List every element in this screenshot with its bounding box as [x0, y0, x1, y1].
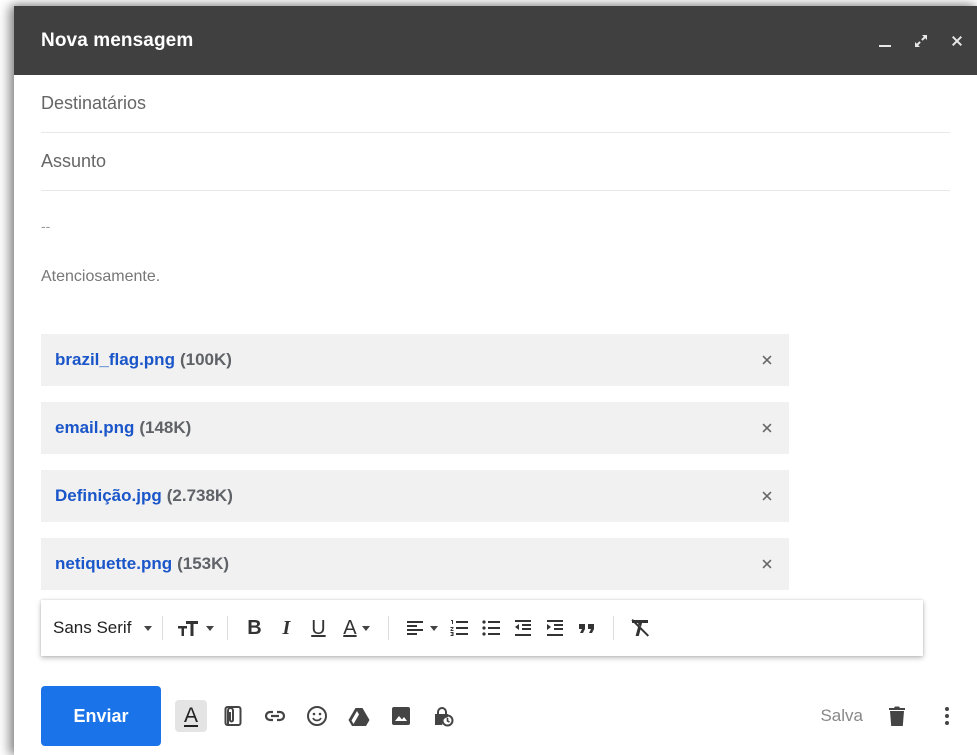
font-family-select[interactable]: Sans Serif — [53, 610, 153, 646]
align-left-icon — [406, 621, 423, 635]
text-color-button[interactable]: A — [334, 610, 378, 646]
window-actions — [875, 31, 967, 51]
lock-clock-icon — [435, 707, 454, 727]
attachment-meta: netiquette.png (153K) — [55, 554, 229, 574]
emoji-icon — [307, 706, 327, 726]
underline-button[interactable]: U — [302, 610, 334, 646]
expand-icon[interactable] — [911, 31, 931, 51]
attachment-size: (153K) — [177, 554, 230, 573]
attachment-size: (148K) — [139, 418, 192, 437]
attachment-item[interactable]: email.png (148K) — [41, 402, 789, 454]
more-vert-icon — [945, 707, 949, 725]
subject-input[interactable] — [41, 151, 950, 172]
divider — [613, 616, 615, 640]
attachment-filename[interactable]: email.png — [55, 418, 134, 437]
formatting-options-button[interactable]: A — [175, 700, 207, 732]
chevron-down-icon — [429, 625, 438, 631]
insert-emoji-button[interactable] — [301, 700, 333, 732]
chevron-down-icon — [144, 625, 153, 631]
insert-photo-button[interactable] — [385, 700, 417, 732]
trash-icon — [889, 706, 905, 726]
chevron-down-icon — [205, 625, 214, 631]
confidential-mode-button[interactable] — [427, 700, 459, 732]
link-icon — [264, 710, 286, 722]
close-icon[interactable] — [947, 31, 967, 51]
italic-button[interactable]: I — [270, 610, 302, 646]
numbered-list-button[interactable] — [443, 610, 475, 646]
signature-text: Atenciosamente. — [41, 268, 161, 285]
bulleted-list-icon — [482, 620, 501, 636]
align-button[interactable] — [399, 610, 443, 646]
send-button[interactable]: Enviar — [41, 686, 161, 746]
attachment-size: (2.738K) — [166, 486, 233, 505]
divider — [227, 616, 229, 640]
insert-link-button[interactable] — [259, 700, 291, 732]
attach-file-button[interactable] — [217, 700, 249, 732]
remove-attachment-icon[interactable] — [757, 418, 777, 438]
attachment-filename[interactable]: Definição.jpg — [55, 486, 162, 505]
text-color-icon: A — [343, 616, 357, 639]
indent-less-button[interactable] — [507, 610, 539, 646]
subject-row — [41, 133, 950, 191]
bold-button[interactable]: B — [238, 610, 270, 646]
insert-drive-button[interactable] — [343, 700, 375, 732]
signature-separator: -- — [41, 218, 51, 234]
font-size-button[interactable] — [173, 610, 217, 646]
footer-tools: A — [175, 700, 459, 732]
attachment-meta: Definição.jpg (2.738K) — [55, 486, 233, 506]
compose-window: Nova mensagem -- Atenciosamente. brazil_… — [14, 6, 977, 755]
attachment-item[interactable]: brazil_flag.png (100K) — [41, 334, 789, 386]
remove-attachment-icon[interactable] — [757, 554, 777, 574]
attachment-item[interactable]: Definição.jpg (2.738K) — [41, 470, 789, 522]
text-format-icon: A — [183, 704, 198, 727]
save-status: Salva — [820, 706, 863, 725]
remove-attachment-icon[interactable] — [757, 350, 777, 370]
more-options-button[interactable] — [931, 700, 963, 732]
remove-attachment-icon[interactable] — [757, 486, 777, 506]
divider — [388, 616, 390, 640]
chevron-down-icon — [361, 625, 370, 631]
attachment-meta: email.png (148K) — [55, 418, 191, 438]
compose-titlebar: Nova mensagem — [14, 6, 977, 75]
indent-increase-icon — [547, 620, 564, 636]
bulleted-list-button[interactable] — [475, 610, 507, 646]
image-icon — [392, 707, 410, 725]
clear-format-icon — [631, 619, 650, 637]
quote-button[interactable] — [571, 610, 603, 646]
recipients-input[interactable] — [41, 93, 950, 114]
paperclip-icon — [224, 706, 242, 726]
minimize-icon[interactable] — [875, 31, 895, 51]
numbered-list-icon — [450, 620, 469, 636]
font-family-label: Sans Serif — [53, 618, 132, 637]
indent-more-button[interactable] — [539, 610, 571, 646]
drive-icon — [348, 708, 370, 726]
formatting-toolbar: Sans Serif B I U A — [41, 600, 923, 656]
divider — [162, 616, 164, 640]
attachment-size: (100K) — [179, 350, 232, 369]
quote-icon — [579, 624, 595, 633]
attachment-filename[interactable]: brazil_flag.png — [55, 350, 175, 369]
attachment-item[interactable]: netiquette.png (153K) — [41, 538, 789, 590]
remove-formatting-button[interactable] — [624, 610, 656, 646]
discard-draft-button[interactable] — [881, 700, 913, 732]
text-size-icon — [177, 621, 198, 636]
recipients-row — [41, 75, 950, 133]
attachment-filename[interactable]: netiquette.png — [55, 554, 172, 573]
indent-decrease-icon — [515, 620, 532, 636]
attachment-list: brazil_flag.png (100K) email.png (148K) De… — [41, 334, 789, 606]
attachment-meta: brazil_flag.png (100K) — [55, 350, 232, 370]
compose-title: Nova mensagem — [41, 29, 194, 51]
compose-footer: Enviar A Salva — [41, 686, 977, 746]
footer-status: Salva — [820, 700, 963, 732]
